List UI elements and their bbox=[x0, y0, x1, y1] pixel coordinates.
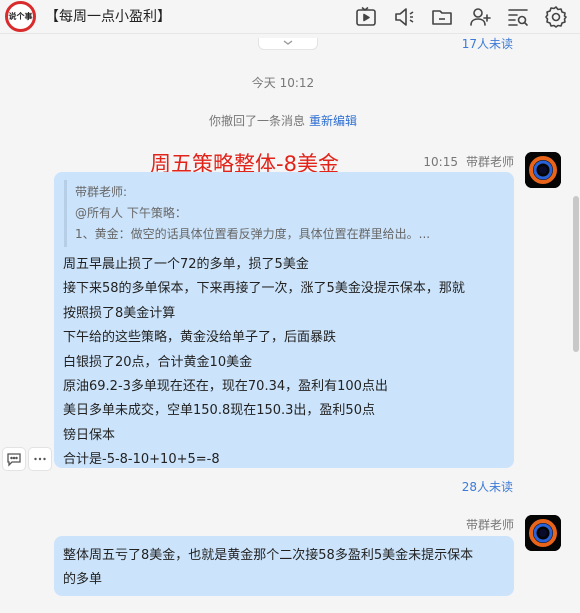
group-avatar-text: 说个事 bbox=[8, 12, 33, 21]
add-member-icon[interactable] bbox=[468, 5, 492, 29]
comment-button[interactable] bbox=[2, 447, 26, 471]
re-edit-link[interactable]: 重新编辑 bbox=[309, 114, 357, 128]
message-actions bbox=[2, 447, 52, 471]
sender-name[interactable]: 带群老师 bbox=[466, 518, 514, 532]
search-history-icon[interactable] bbox=[506, 5, 530, 29]
quote-line: 1、黄金：做空的话具体位置看反弹力度，具体位置在群里给出。... bbox=[75, 227, 431, 241]
message-line: 合计是-5-8-10+10+5=-8 bbox=[63, 452, 220, 468]
chevron-down-icon bbox=[283, 40, 293, 45]
message-line: 周五早晨止损了一个72的多单，损了5美金 bbox=[63, 257, 309, 272]
message-time: 10:15 bbox=[423, 155, 458, 169]
comment-icon bbox=[7, 453, 21, 467]
message-bubble[interactable]: 带群老师: @所有人 下午策略： 1、黄金：做空的话具体位置看反弹力度，具体位置… bbox=[54, 172, 514, 468]
sender-name[interactable]: 带群老师 bbox=[466, 155, 514, 169]
message-line: 美日多单未成交，空单150.8现在150.3出，盈利50点 bbox=[63, 403, 375, 419]
message-line: 按照损了8美金计算 bbox=[63, 305, 176, 321]
message-line: 原油69.2-3多单现在还在，现在70.34，盈利有100点出 bbox=[63, 379, 388, 395]
message-line: 镑日保本 bbox=[63, 427, 116, 443]
more-icon bbox=[34, 457, 46, 461]
unread-count-top[interactable]: 17人未读 bbox=[462, 35, 513, 52]
quote-line: @所有人 下午策略： bbox=[75, 206, 187, 220]
galaxy-avatar-icon bbox=[525, 515, 561, 551]
quoted-message[interactable]: 带群老师: @所有人 下午策略： 1、黄金：做空的话具体位置看反弹力度，具体位置… bbox=[64, 180, 504, 247]
quote-line: 带群老师: bbox=[75, 185, 128, 199]
message-meta: 10:15 带群老师 bbox=[423, 153, 514, 170]
message-line: 整体周五亏了8美金，也就是黄金那个二次接58多盈利5美金未提示保本 bbox=[63, 548, 474, 563]
message-meta: 带群老师 bbox=[466, 516, 514, 533]
announcement-icon[interactable] bbox=[392, 5, 416, 29]
recall-notice-text: 你撤回了一条消息 bbox=[208, 114, 305, 128]
message-bubble[interactable]: 整体周五亏了8美金，也就是黄金那个二次接58多盈利5美金未提示保本 的多单 bbox=[54, 536, 514, 596]
video-icon[interactable] bbox=[354, 5, 378, 29]
galaxy-avatar-icon bbox=[525, 152, 561, 188]
message-line: 下午给的这些策略，黄金没给单子了，后面暴跌 bbox=[63, 330, 337, 346]
chat-header: 说个事 【每周一点小盈利】 bbox=[0, 0, 580, 34]
unread-count[interactable]: 28人未读 bbox=[462, 478, 513, 495]
message-timestamp: 今天 10:12 bbox=[251, 76, 315, 90]
group-avatar[interactable]: 说个事 bbox=[5, 1, 36, 32]
message-body: 周五早晨止损了一个72的多单，损了5美金 接下来58的多单保本，下来再接了一次，… bbox=[54, 247, 514, 473]
settings-icon[interactable] bbox=[544, 5, 568, 29]
scrollbar[interactable] bbox=[573, 196, 579, 352]
message-line: 的多单 bbox=[63, 572, 103, 587]
recall-notice: 你撤回了一条消息 重新编辑 bbox=[0, 112, 566, 129]
message-line: 白银损了20点，合计黄金10美金 bbox=[63, 354, 253, 370]
collapse-toggle[interactable] bbox=[258, 38, 318, 50]
sender-avatar[interactable] bbox=[525, 152, 561, 188]
sender-avatar[interactable] bbox=[525, 515, 561, 551]
folder-icon[interactable] bbox=[430, 5, 454, 29]
chat-title[interactable]: 【每周一点小盈利】 bbox=[45, 6, 171, 26]
message-line: 接下来58的多单保本，下来再接了一次，涨了5美金没提示保本，那就 bbox=[63, 281, 465, 297]
more-button[interactable] bbox=[28, 447, 52, 471]
header-toolbar bbox=[354, 5, 568, 29]
